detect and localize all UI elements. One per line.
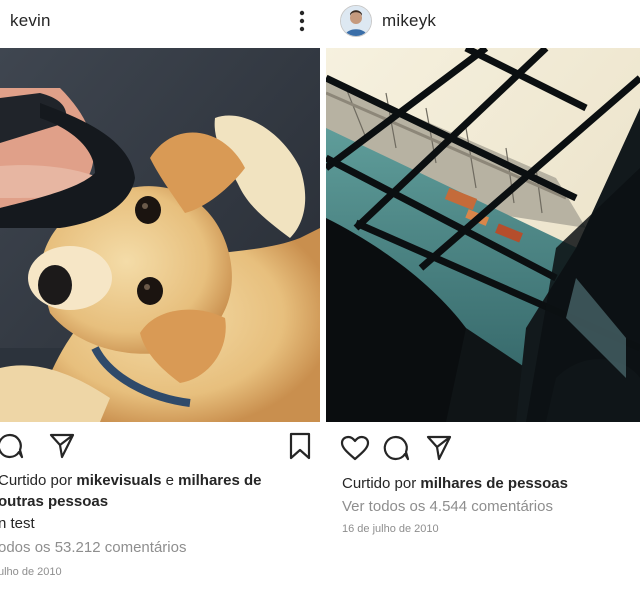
likes-text: Curtido por mikevisuals e milhares de ou… <box>0 470 298 512</box>
likes-text: Curtido por milhares de pessoas <box>342 473 568 494</box>
post-header: kevin <box>0 0 320 48</box>
likes-prefix: Curtido por <box>342 475 421 492</box>
post-photo-harbor[interactable] <box>326 48 640 422</box>
post-date: ulho de 2010 <box>0 566 62 578</box>
post-username[interactable]: kevin <box>10 11 51 31</box>
likes-others[interactable]: milhares de pessoas <box>420 475 568 492</box>
post-kevin: kevin Curtido por mikevisuals e milhares… <box>0 0 320 593</box>
post-caption: n test <box>0 515 35 532</box>
post-date: 16 de julho de 2010 <box>342 523 439 535</box>
view-comments-link[interactable]: odos os 53.212 comentários <box>0 539 186 556</box>
avatar[interactable] <box>340 5 372 37</box>
harbor-window-photo-illustration <box>326 48 640 422</box>
view-comments-link[interactable]: Ver todos os 4.544 comentários <box>342 498 553 515</box>
liker-username[interactable]: mikevisuals <box>76 472 161 489</box>
likes-prefix: Curtido por <box>0 472 77 489</box>
avatar-image <box>341 6 371 36</box>
paper-plane-icon[interactable] <box>425 434 453 462</box>
bookmark-icon[interactable] <box>289 432 311 460</box>
post-photo-dog[interactable] <box>0 48 320 422</box>
more-vertical-icon[interactable] <box>298 10 306 32</box>
post-mikeyk: mikeyk Curtido por milhares de pessoas V… <box>326 0 640 593</box>
post-username[interactable]: mikeyk <box>382 11 436 31</box>
likes-others[interactable]: milhares de <box>178 472 261 489</box>
likes-conj: e <box>161 472 179 489</box>
post-header: mikeyk <box>326 0 640 48</box>
paper-plane-icon[interactable] <box>48 432 76 460</box>
dog-photo-illustration <box>0 48 320 422</box>
heart-icon[interactable] <box>340 435 370 461</box>
likes-others-line2[interactable]: outras pessoas <box>0 493 108 510</box>
comment-icon[interactable] <box>0 432 30 460</box>
comment-icon[interactable] <box>382 434 412 462</box>
